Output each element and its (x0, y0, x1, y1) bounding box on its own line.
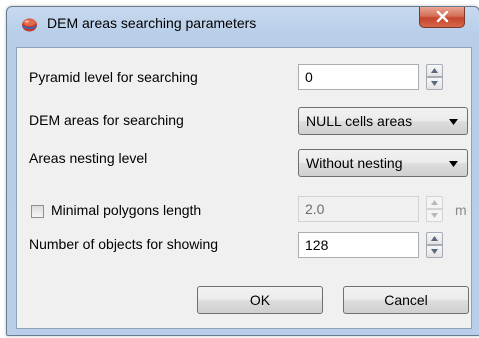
num-objects-value: 128 (305, 237, 329, 253)
close-button[interactable] (419, 7, 465, 28)
min-polygon-length-checkbox[interactable] (31, 205, 44, 218)
chevron-down-icon (449, 161, 458, 167)
dem-areas-label: DEM areas for searching (29, 112, 184, 128)
spin-down-icon (431, 213, 438, 218)
dem-areas-select[interactable]: NULL cells areas (298, 107, 468, 135)
dialog-client-area: Pyramid level for searching 0 DEM areas … (16, 47, 472, 329)
pyramid-level-down-button[interactable] (426, 77, 443, 90)
pyramid-level-value: 0 (305, 69, 313, 85)
num-objects-label: Number of objects for showing (29, 236, 219, 252)
spin-up-icon (431, 236, 438, 241)
pyramid-level-label: Pyramid level for searching (29, 69, 198, 85)
min-polygon-length-value: 2.0 (305, 201, 325, 217)
nesting-level-selected: Without nesting (306, 155, 403, 171)
num-objects-input[interactable]: 128 (298, 232, 419, 258)
min-polygon-length-input[interactable]: 2.0 (298, 196, 419, 222)
chevron-down-icon (449, 119, 458, 125)
cancel-button[interactable]: Cancel (343, 286, 469, 314)
min-polygon-length-up-button[interactable] (426, 196, 443, 209)
num-objects-down-button[interactable] (426, 245, 443, 258)
num-objects-spinner (426, 232, 443, 258)
pyramid-level-spinner (426, 64, 443, 90)
length-unit-label: m (455, 202, 467, 218)
window-title: DEM areas searching parameters (47, 15, 257, 31)
pyramid-level-up-button[interactable] (426, 64, 443, 77)
spin-down-icon (431, 249, 438, 254)
close-x-icon (436, 11, 449, 23)
nesting-level-select[interactable]: Without nesting (298, 149, 468, 177)
spin-down-icon (431, 81, 438, 86)
spin-up-icon (431, 200, 438, 205)
min-polygon-length-down-button[interactable] (426, 209, 443, 222)
nesting-level-label: Areas nesting level (29, 150, 148, 166)
min-polygon-length-label: Minimal polygons length (51, 202, 202, 218)
title-bar[interactable]: DEM areas searching parameters (7, 7, 479, 39)
ok-button[interactable]: OK (197, 286, 323, 314)
dialog-window: DEM areas searching parameters Pyramid l… (6, 6, 479, 336)
min-polygon-length-spinner (426, 196, 443, 222)
app-globe-icon (21, 16, 38, 33)
dem-areas-selected: NULL cells areas (306, 113, 413, 129)
spin-up-icon (431, 68, 438, 73)
pyramid-level-input[interactable]: 0 (298, 64, 419, 90)
num-objects-up-button[interactable] (426, 232, 443, 245)
